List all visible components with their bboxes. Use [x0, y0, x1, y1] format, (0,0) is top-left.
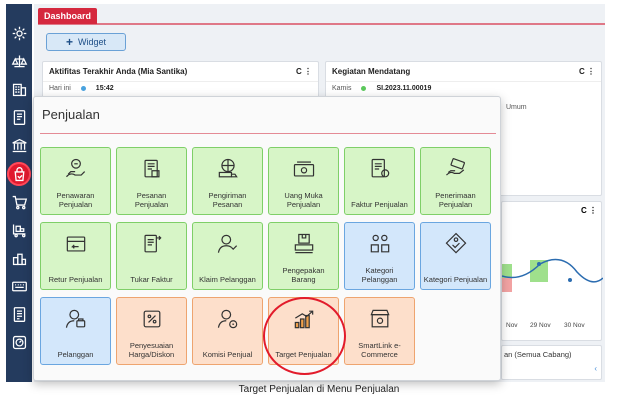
building-icon[interactable]	[8, 78, 30, 101]
activity-day: Hari ini	[49, 85, 71, 92]
tile-retur-penjualan[interactable]: Retur Penjualan	[40, 222, 111, 290]
upcoming-card-title: Kegiatan Mendatang	[332, 67, 411, 76]
tile-penyesuaian-harga-diskon[interactable]: Penyesuaian Harga/Diskon	[116, 297, 187, 365]
tile-label: Komisi Penjual	[202, 350, 253, 359]
highlight-circle	[263, 297, 346, 375]
activity-card-header: Aktifitas Terakhir Anda (Mia Santika) C …	[43, 62, 318, 82]
tile-label: Retur Penjualan	[48, 275, 103, 284]
tile-uang-muka-penjualan[interactable]: Uang Muka Penjualan	[268, 147, 339, 215]
tile-label: Kategori Penjualan	[423, 275, 488, 284]
warehouse-icon[interactable]	[8, 247, 30, 270]
chart-line	[502, 258, 603, 283]
inventory-cart-icon[interactable]	[8, 219, 30, 242]
refresh-icon[interactable]: C ⋮	[581, 206, 597, 215]
tile-smartlink-ecommerce[interactable]: SmartLink e-Commerce	[344, 297, 415, 365]
tile-pengepakan-barang[interactable]: Pengepakan Barang	[268, 222, 339, 290]
tile-penawaran-penjualan[interactable]: Penawaran Penjualan	[40, 147, 111, 215]
sales-order-icon	[143, 159, 160, 178]
tile-kategori-pelanggan[interactable]: Kategori Pelanggan	[344, 222, 415, 290]
settings-gear-icon[interactable]	[8, 22, 30, 45]
figure-caption: Target Penjualan di Menu Penjualan	[238, 384, 400, 395]
widget-button-label: Widget	[78, 37, 107, 47]
tile-label: Pelanggan	[57, 350, 94, 359]
tab-dashboard[interactable]: Dashboard	[38, 8, 98, 24]
plus-icon: +	[65, 35, 73, 49]
dashboard-gauge-icon[interactable]	[8, 331, 30, 354]
tile-label: Penawaran Penjualan	[56, 191, 95, 209]
tile-label: Klaim Pelanggan	[199, 275, 256, 284]
exchange-invoice-icon	[143, 234, 162, 253]
trend-chart	[502, 258, 603, 292]
tile-kategori-penjualan[interactable]: Kategori Penjualan	[420, 222, 491, 290]
tile-label: Tukar Faktur	[130, 275, 173, 284]
activity-dot	[80, 86, 86, 91]
chevron-left-icon[interactable]: ‹	[594, 364, 597, 373]
customer-icon	[65, 309, 85, 328]
document-icon[interactable]	[8, 106, 30, 129]
add-widget-button[interactable]: + Widget	[46, 33, 126, 51]
activity-row: Hari ini 15:42	[43, 82, 318, 95]
tile-faktur-penjualan[interactable]: Faktur Penjualan	[344, 147, 415, 215]
tile-label: Pengepakan Barang	[282, 266, 325, 284]
sales-category-icon	[445, 232, 466, 254]
tile-label: SmartLink e-Commerce	[358, 341, 401, 359]
bottom-card-title: an (Semua Cabang)	[504, 350, 572, 359]
invoice-icon	[371, 158, 389, 178]
chart-bar-red	[502, 278, 512, 292]
price-adjustment-icon	[143, 310, 160, 328]
activity-card: Aktifitas Terakhir Anda (Mia Santika) C …	[42, 61, 319, 101]
bank-icon[interactable]	[8, 134, 30, 157]
tile-tukar-faktur[interactable]: Tukar Faktur	[116, 222, 187, 290]
chart-card: C ⋮ Nov 29 Nov 30 Nov	[501, 201, 603, 341]
tile-label: Pesanan Penjualan	[134, 191, 169, 209]
commission-icon	[217, 309, 237, 329]
tile-label: Pengiriman Pesanan	[208, 191, 247, 209]
keyboard-icon[interactable]	[8, 275, 30, 298]
activity-card-title: Aktifitas Terakhir Anda (Mia Santika)	[49, 67, 188, 76]
upcoming-note: Umum	[506, 104, 527, 111]
x-label: 29 Nov	[530, 322, 551, 329]
x-label: 30 Nov	[564, 322, 585, 329]
tile-pengiriman-pesanan[interactable]: Pengiriman Pesanan	[192, 147, 263, 215]
modal-title: Penjualan	[42, 107, 100, 122]
packing-icon	[294, 233, 313, 254]
tile-label: Faktur Penjualan	[351, 200, 408, 209]
refresh-icon[interactable]: C ⋮	[579, 67, 595, 76]
quotation-icon	[65, 158, 85, 178]
chart-point	[568, 278, 572, 282]
tile-klaim-pelanggan[interactable]: Klaim Pelanggan	[192, 222, 263, 290]
return-icon	[66, 236, 85, 252]
delivery-icon	[218, 158, 238, 178]
sales-bag-icon[interactable]	[7, 162, 31, 186]
upcoming-dot	[361, 86, 367, 91]
tab-underline	[38, 23, 605, 25]
tile-pelanggan[interactable]: Pelanggan	[40, 297, 111, 365]
ledger-scale-icon[interactable]	[8, 50, 30, 73]
customer-category-icon	[370, 234, 389, 253]
customer-claim-icon	[217, 234, 237, 253]
activity-time: 15:42	[95, 85, 114, 92]
tile-label: Penerimaan Penjualan	[435, 191, 476, 209]
chart-point	[537, 262, 541, 266]
upcoming-row: Kamis SI.2023.11.00019	[326, 82, 601, 95]
upcoming-card-header: Kegiatan Mendatang C ⋮	[326, 62, 601, 82]
tile-label: Penyesuaian Harga/Diskon	[128, 341, 175, 359]
cart-icon[interactable]	[8, 191, 30, 214]
refresh-icon[interactable]: C ⋮	[296, 67, 312, 76]
upcoming-day: Kamis	[332, 85, 352, 92]
modal-divider	[40, 133, 496, 134]
down-payment-icon	[293, 161, 314, 177]
tile-komisi-penjual[interactable]: Komisi Penjual	[192, 297, 263, 365]
receipt-icon	[445, 158, 465, 176]
bottom-card: an (Semua Cabang) ‹	[501, 345, 602, 380]
report-icon[interactable]	[8, 303, 30, 326]
tile-label: Kategori Pelanggan	[361, 266, 398, 284]
x-label: Nov	[506, 322, 518, 329]
tile-pesanan-penjualan[interactable]: Pesanan Penjualan	[116, 147, 187, 215]
upcoming-code: SI.2023.11.00019	[376, 85, 432, 92]
app-sidebar	[6, 4, 32, 382]
tile-penerimaan-penjualan[interactable]: Penerimaan Penjualan	[420, 147, 491, 215]
ecommerce-store-icon	[369, 309, 390, 328]
tile-label: Uang Muka Penjualan	[284, 191, 323, 209]
